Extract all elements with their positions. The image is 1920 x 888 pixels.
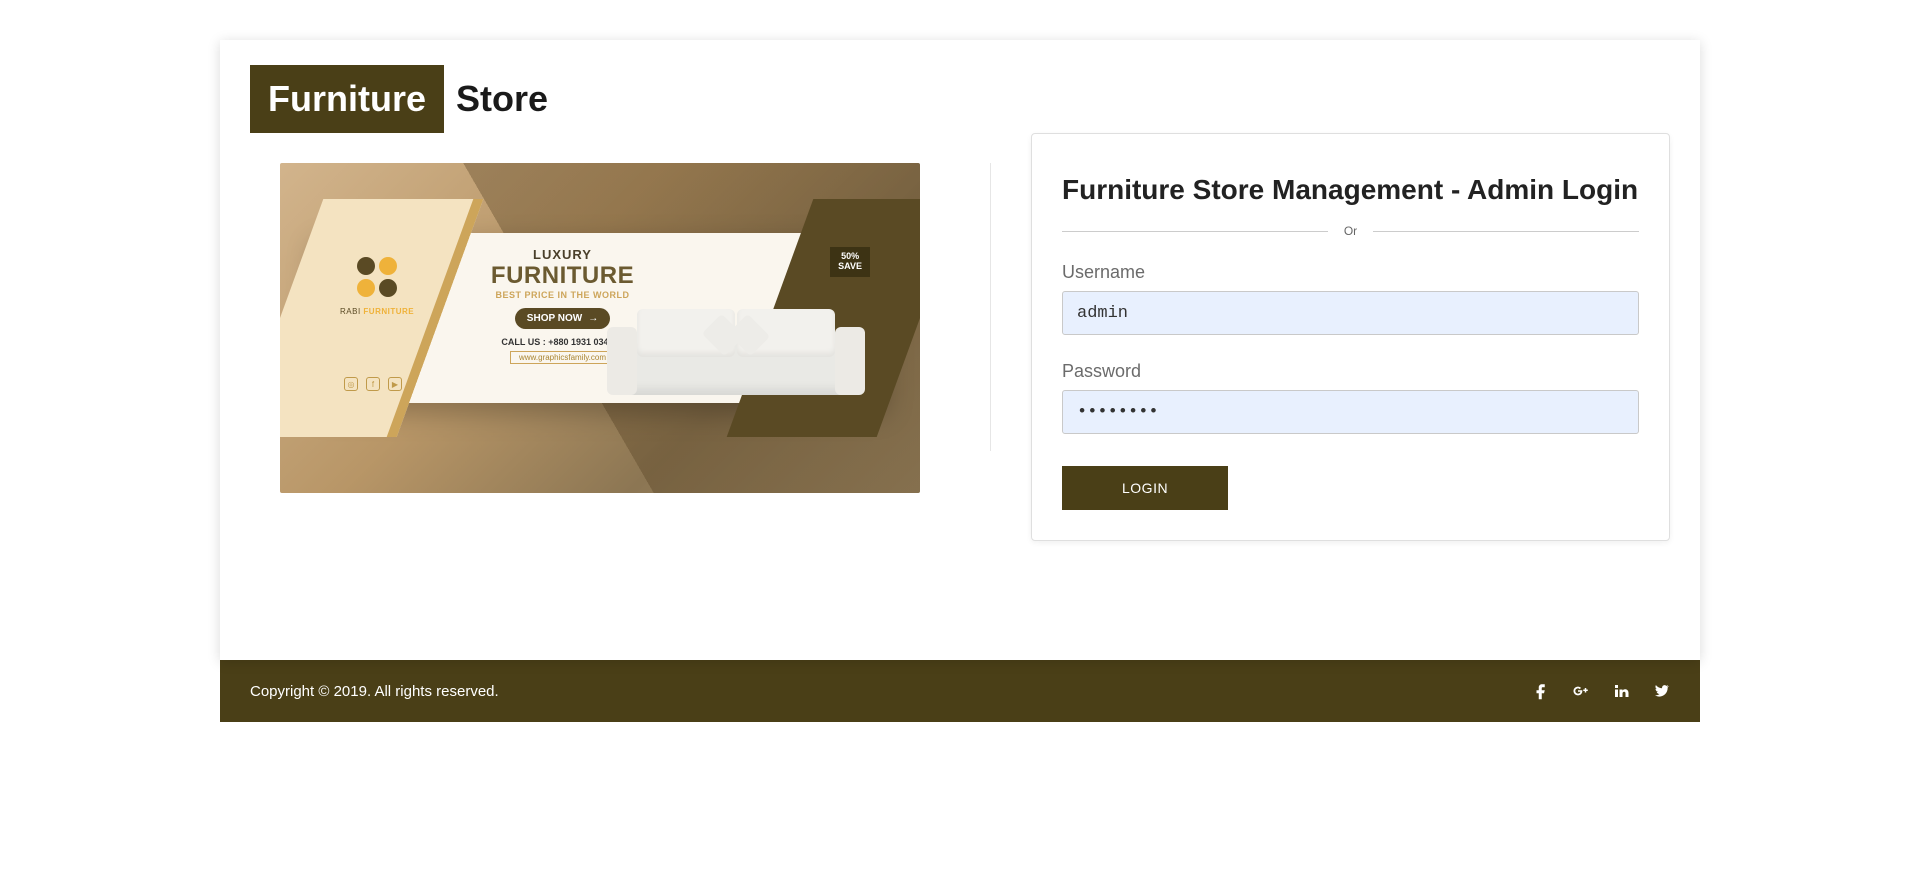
promo-brand-icon bbox=[357, 257, 397, 297]
promo-luxury-text: LUXURY bbox=[474, 247, 651, 262]
login-column: Furniture Store Management - Admin Login… bbox=[1031, 133, 1670, 541]
promo-card: RABI FURNITURE ◎ f ▶ LUXURY FURNITURE BE… bbox=[314, 233, 886, 403]
footer-social-icons bbox=[1532, 682, 1670, 700]
facebook-icon: f bbox=[366, 377, 380, 391]
footer: Copyright © 2019. All rights reserved. bbox=[220, 660, 1700, 722]
google-plus-icon[interactable] bbox=[1572, 682, 1590, 700]
promo-banner: RABI FURNITURE ◎ f ▶ LUXURY FURNITURE BE… bbox=[280, 163, 920, 493]
promo-save-badge: 50%SAVE bbox=[830, 247, 870, 277]
logo: Furniture Store bbox=[220, 40, 1700, 133]
promo-social-row: ◎ f ▶ bbox=[344, 377, 402, 391]
footer-copyright: Copyright © 2019. All rights reserved. bbox=[250, 683, 499, 700]
main-row: RABI FURNITURE ◎ f ▶ LUXURY FURNITURE BE… bbox=[220, 133, 1700, 591]
logo-box: Furniture bbox=[250, 65, 444, 133]
login-divider-text: Or bbox=[1344, 224, 1357, 238]
page-container: Furniture Store RABI FURNITURE bbox=[220, 40, 1700, 660]
promo-brand-logo: RABI FURNITURE bbox=[340, 257, 414, 319]
login-divider: Or bbox=[1062, 224, 1639, 238]
twitter-icon[interactable] bbox=[1652, 682, 1670, 700]
password-label: Password bbox=[1062, 361, 1639, 382]
facebook-icon[interactable] bbox=[1532, 682, 1550, 700]
column-divider bbox=[990, 163, 991, 451]
instagram-icon: ◎ bbox=[344, 377, 358, 391]
youtube-icon: ▶ bbox=[388, 377, 402, 391]
password-input[interactable] bbox=[1062, 390, 1639, 434]
promo-furniture-text: FURNITURE bbox=[474, 262, 651, 290]
promo-column: RABI FURNITURE ◎ f ▶ LUXURY FURNITURE BE… bbox=[250, 133, 950, 493]
login-title: Furniture Store Management - Admin Login bbox=[1062, 174, 1639, 206]
username-label: Username bbox=[1062, 262, 1639, 283]
username-input[interactable] bbox=[1062, 291, 1639, 335]
sofa-illustration bbox=[611, 300, 861, 395]
logo-plain: Store bbox=[456, 78, 548, 120]
login-card: Furniture Store Management - Admin Login… bbox=[1031, 133, 1670, 541]
promo-tagline: BEST PRICE IN THE WORLD bbox=[474, 290, 651, 300]
promo-shop-now-button: SHOP NOW bbox=[515, 308, 610, 329]
promo-website: www.graphicsfamily.com bbox=[510, 351, 615, 364]
login-button[interactable]: LOGIN bbox=[1062, 466, 1228, 510]
linkedin-icon[interactable] bbox=[1612, 682, 1630, 700]
